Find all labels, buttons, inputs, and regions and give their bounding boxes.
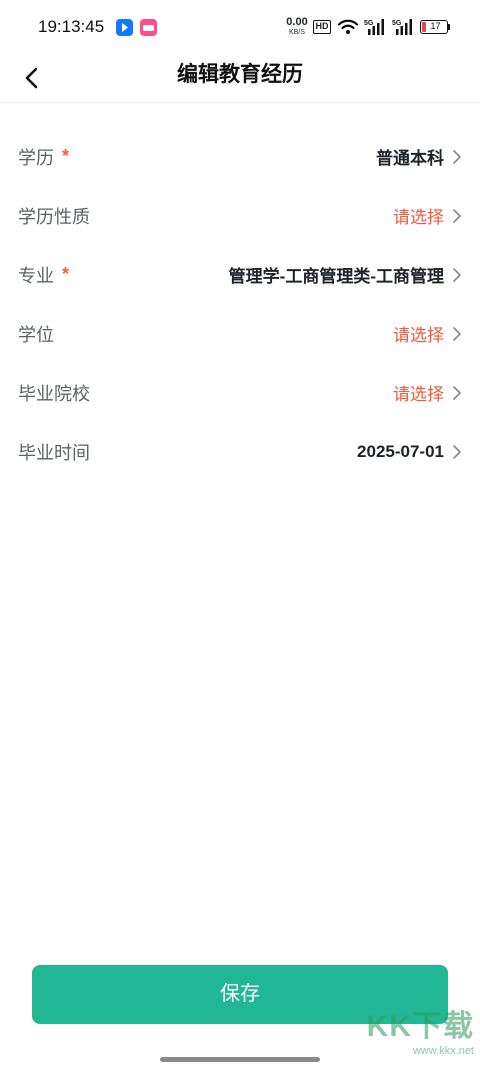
form-row-school[interactable]: 毕业院校 请选择 (0, 363, 480, 422)
required-mark: * (62, 146, 70, 166)
cellular-signal-icon-2: 5G (392, 18, 414, 41)
chevron-right-icon (452, 326, 462, 342)
chevron-right-icon (452, 444, 462, 460)
chevron-right-icon (452, 149, 462, 165)
watermark-site: www.kkx.net (412, 1045, 474, 1057)
page-title: 编辑教育经历 (177, 63, 303, 86)
row-value: 请选择 (393, 208, 444, 227)
network-speed: 0.00 KB/S (286, 16, 308, 37)
row-value: 普通本科 (376, 149, 444, 168)
app-notification-icon (116, 19, 133, 36)
nav-bar: 编辑教育经历 (0, 56, 480, 103)
svg-text:5G: 5G (364, 20, 374, 27)
education-form: 学历 * 普通本科 学历性质 请选择 专业 * 管理学-工商管理类-工商管理 学… (0, 127, 480, 481)
required-mark: * (62, 264, 70, 284)
app-notification-icon-2 (140, 19, 157, 36)
hd-badge: HD (313, 20, 331, 34)
battery-level: 17 (430, 21, 441, 31)
row-label: 学位 (18, 324, 54, 345)
cellular-signal-icon: 5G (364, 18, 386, 41)
svg-text:5G: 5G (392, 20, 402, 27)
row-label: 学历 (18, 147, 54, 168)
form-row-degree[interactable]: 学位 请选择 (0, 304, 480, 363)
form-row-education-type[interactable]: 学历性质 请选择 (0, 186, 480, 245)
battery-tip (448, 24, 450, 30)
status-time: 19:13:45 (38, 17, 105, 36)
form-row-major[interactable]: 专业 * 管理学-工商管理类-工商管理 (0, 245, 480, 304)
row-label: 学历性质 (18, 206, 90, 227)
row-label: 毕业时间 (18, 442, 90, 463)
chevron-right-icon (452, 385, 462, 401)
chevron-right-icon (452, 267, 462, 283)
battery-icon: 17 (420, 20, 448, 34)
home-indicator[interactable] (160, 1057, 320, 1062)
row-value: 请选择 (393, 385, 444, 404)
chevron-right-icon (452, 208, 462, 224)
row-label: 毕业院校 (18, 383, 90, 404)
form-row-education-level[interactable]: 学历 * 普通本科 (0, 127, 480, 186)
form-row-graduation-date[interactable]: 毕业时间 2025-07-01 (0, 422, 480, 481)
row-value: 请选择 (393, 326, 444, 345)
row-label: 专业 (18, 265, 54, 286)
row-value: 2025-07-01 (357, 441, 444, 461)
wifi-icon (337, 19, 359, 40)
watermark-logo: KK下载 www.kkx.net (362, 1010, 474, 1066)
watermark-logo-text: KK下载 (366, 1010, 474, 1043)
row-value: 管理学-工商管理类-工商管理 (228, 267, 444, 286)
status-bar: 19:13:45 0.00 KB/S HD 5G 5G 17 (0, 0, 480, 56)
